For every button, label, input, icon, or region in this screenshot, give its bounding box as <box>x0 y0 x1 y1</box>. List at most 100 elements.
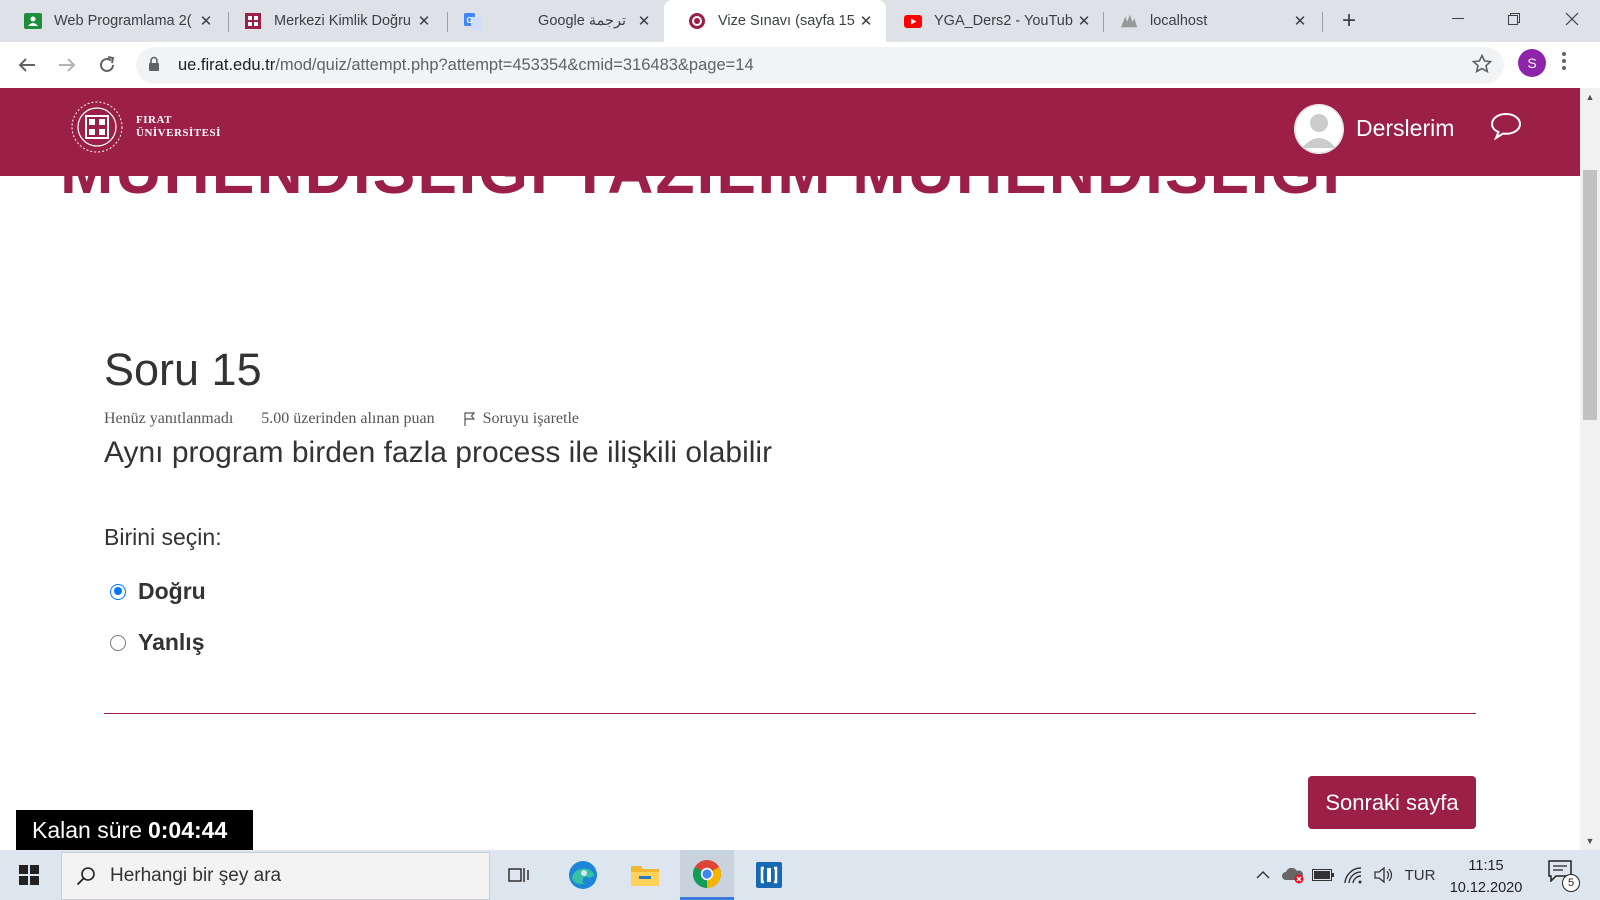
youtube-icon <box>904 12 922 30</box>
option-dogru[interactable]: Doğru <box>110 578 206 605</box>
tab-google-translate[interactable]: G Google ترجمة ✕ <box>440 0 664 42</box>
clock-time: 11:15 <box>1468 858 1504 874</box>
bookmark-star-icon[interactable] <box>1471 53 1493 79</box>
browser-menu-icon[interactable] <box>1562 52 1566 75</box>
clock-date: 10.12.2020 <box>1449 880 1523 896</box>
minimize-icon <box>1452 18 1464 19</box>
chrome-button[interactable] <box>680 850 734 900</box>
restore-button[interactable] <box>1486 0 1542 38</box>
close-window-button[interactable] <box>1544 0 1600 38</box>
notification-center[interactable]: 5 <box>1548 860 1580 892</box>
tab-title: localhost <box>1150 13 1208 29</box>
logo-text: FIRAT ÜNİVERSİTESİ <box>136 114 221 140</box>
forward-button[interactable] <box>52 50 82 80</box>
edge-icon <box>569 861 597 889</box>
close-icon[interactable]: ✕ <box>1292 12 1308 30</box>
close-icon[interactable]: ✕ <box>416 12 432 30</box>
profile-avatar[interactable]: S <box>1518 49 1546 77</box>
user-avatar-icon <box>1294 104 1344 154</box>
moodle-icon <box>688 12 706 30</box>
search-icon <box>76 867 95 886</box>
firat-icon <box>244 12 262 30</box>
flag-label: Soruyu işaretle <box>482 410 579 427</box>
language-indicator[interactable]: TUR <box>1400 850 1440 900</box>
close-icon[interactable]: ✕ <box>636 12 652 30</box>
svg-text:G: G <box>467 16 473 25</box>
option-label[interactable]: Doğru <box>138 578 206 605</box>
browser-tabstrip: Web Programlama 2( ✕ Merkezi Kimlik Doğr… <box>0 0 1600 42</box>
close-icon[interactable]: ✕ <box>1076 12 1092 30</box>
scroll-down-icon[interactable]: ▼ <box>1585 836 1595 846</box>
university-logo[interactable]: FIRAT ÜNİVERSİTESİ <box>70 100 221 154</box>
option-yanlis[interactable]: Yanlış <box>110 629 204 656</box>
logo-line2: ÜNİVERSİTESİ <box>136 127 221 139</box>
wifi-icon[interactable] <box>1340 850 1366 900</box>
back-button[interactable] <box>12 50 42 80</box>
question-points: 5.00 üzerinden alınan puan <box>261 410 435 427</box>
chrome-icon <box>693 859 721 888</box>
new-tab-button[interactable]: + <box>1336 8 1362 34</box>
taskbar-search[interactable]: Herhangi bir şey ara <box>61 852 490 900</box>
onedrive-error-icon[interactable] <box>1278 850 1308 900</box>
timer-value: 0:04:44 <box>147 816 228 843</box>
derslerim-menu[interactable]: Derslerim <box>1356 115 1454 142</box>
battery-icon[interactable] <box>1310 850 1336 900</box>
question-info: Henüz yanıtlanmadı 5.00 üzerinden alınan… <box>104 410 635 428</box>
url-text: ue.firat.edu.tr/mod/quiz/attempt.php?att… <box>178 56 754 75</box>
search-placeholder: Herhangi bir şey ara <box>110 865 282 886</box>
volume-icon[interactable] <box>1370 850 1396 900</box>
next-page-button[interactable]: Sonraki sayfa <box>1308 776 1476 829</box>
reload-icon <box>100 56 115 72</box>
tab-web-programlama[interactable]: Web Programlama 2( ✕ <box>0 0 226 42</box>
page-viewport: FIRAT ÜNİVERSİTESİ Derslerim MÜHENDİSLİĞ… <box>0 88 1580 850</box>
question-number: Soru 15 <box>104 344 262 395</box>
back-arrow-icon <box>18 58 35 72</box>
tab-title: Web Programlama 2( <box>54 13 192 29</box>
page-scrollbar[interactable]: ▲ ▼ <box>1580 88 1600 850</box>
answer-prompt: Birini seçin: <box>104 524 222 550</box>
flag-question-button[interactable]: Soruyu işaretle <box>463 410 607 428</box>
url-path: /mod/quiz/attempt.php?attempt=453354&cmi… <box>275 56 754 74</box>
phpmyadmin-icon <box>1120 12 1138 30</box>
file-explorer-button[interactable] <box>618 850 672 900</box>
minimize-button[interactable] <box>1430 0 1486 38</box>
tab-localhost[interactable]: localhost ✕ <box>1096 0 1320 42</box>
flag-icon <box>463 412 475 426</box>
folder-icon <box>631 866 659 886</box>
reload-button[interactable] <box>92 50 122 80</box>
address-bar[interactable]: ue.firat.edu.tr/mod/quiz/attempt.php?att… <box>136 47 1504 83</box>
option-label[interactable]: Yanlış <box>138 629 204 656</box>
close-icon <box>1565 12 1579 26</box>
forward-arrow-icon <box>59 58 76 72</box>
messages-icon[interactable] <box>1490 112 1522 145</box>
site-header: FIRAT ÜNİVERSİTESİ Derslerim <box>0 88 1580 176</box>
question-status: Henüz yanıtlanmadı <box>104 410 234 427</box>
close-icon[interactable]: ✕ <box>858 12 874 30</box>
start-button[interactable] <box>0 850 58 900</box>
tab-title: YGA_Ders2 - YouTub <box>934 13 1073 29</box>
user-avatar[interactable] <box>1294 104 1344 154</box>
edge-button[interactable] <box>556 850 610 900</box>
app-icon <box>756 862 782 888</box>
radio-dogru[interactable] <box>110 583 126 600</box>
browser-toolbar: ue.firat.edu.tr/mod/quiz/attempt.php?att… <box>0 42 1600 88</box>
task-view-button[interactable] <box>492 850 546 900</box>
close-icon[interactable]: ✕ <box>198 12 214 30</box>
tab-title: Google ترجمة <box>538 13 626 29</box>
tab-vize-sinavi[interactable]: Vize Sınavı (sayfa 15 ) ✕ <box>664 0 886 42</box>
url-host: ue.firat.edu.tr <box>178 56 276 74</box>
translate-icon: G <box>464 12 482 30</box>
tab-title: Merkezi Kimlik Doğru <box>274 13 411 29</box>
tab-youtube[interactable]: YGA_Ders2 - YouTub ✕ <box>880 0 1104 42</box>
taskbar-clock[interactable]: 11:15 10.12.2020 <box>1440 855 1532 899</box>
task-view-icon <box>508 868 529 882</box>
logo-line1: FIRAT <box>136 114 172 126</box>
app-button[interactable] <box>742 850 796 900</box>
lock-icon <box>148 56 160 77</box>
tab-title: Vize Sınavı (sayfa 15 ) <box>718 13 858 29</box>
scroll-up-icon[interactable]: ▲ <box>1585 92 1595 102</box>
tab-merkezi-kimlik[interactable]: Merkezi Kimlik Doğru ✕ <box>220 0 444 42</box>
radio-yanlis[interactable] <box>110 634 126 651</box>
tray-overflow-icon[interactable] <box>1252 850 1274 900</box>
scrollbar-thumb[interactable] <box>1583 170 1597 420</box>
